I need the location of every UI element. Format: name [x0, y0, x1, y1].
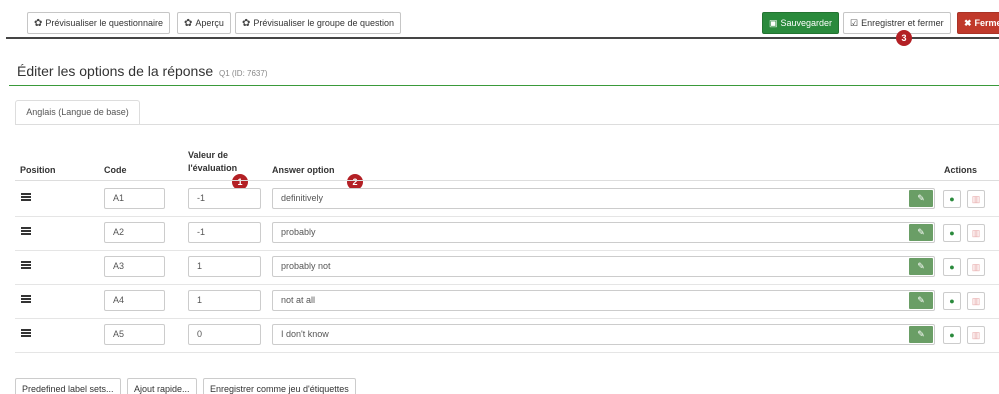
- assessment-input[interactable]: 1: [188, 290, 261, 311]
- page-title-text: Éditer les options de la réponse: [17, 63, 214, 79]
- code-input[interactable]: A1: [104, 188, 165, 209]
- drag-handle-icon[interactable]: [21, 329, 31, 337]
- answer-input[interactable]: definitively ✎: [272, 188, 935, 209]
- trash-icon: ▥: [971, 194, 981, 204]
- header-assessment-line1: Valeur de: [188, 150, 229, 160]
- code-input[interactable]: A3: [104, 256, 165, 277]
- plus-circle-icon: ●: [949, 228, 955, 238]
- save-close-button[interactable]: ☑ Enregistrer et fermer: [843, 12, 951, 34]
- plus-circle-icon: ●: [949, 262, 955, 272]
- add-row-button[interactable]: ●: [943, 292, 961, 310]
- quick-add-button[interactable]: Ajout rapide...: [127, 378, 197, 394]
- answer-input[interactable]: I don't know ✎: [272, 324, 935, 345]
- drag-handle-icon[interactable]: [21, 261, 31, 269]
- trash-icon: ▥: [971, 228, 981, 238]
- quick-add-label: Ajout rapide...: [134, 384, 190, 394]
- add-row-button[interactable]: ●: [943, 258, 961, 276]
- code-input[interactable]: A4: [104, 290, 165, 311]
- checkbox-icon: ☑: [850, 18, 859, 28]
- table-row: A1 -1 definitively ✎ ● ▥: [15, 183, 999, 217]
- preview-survey-button[interactable]: ✿ Prévisualiser le questionnaire: [27, 12, 170, 34]
- header-assessment-line2: l'évaluation: [188, 163, 238, 173]
- gear-icon: ✿: [184, 18, 193, 29]
- table-row: A2 -1 probably ✎ ● ▥: [15, 217, 999, 251]
- header-assessment: Valeur de l'évaluation: [188, 150, 237, 173]
- tab-label: Anglais (Langue de base): [26, 107, 129, 117]
- header-answer-option: Answer option: [272, 165, 335, 175]
- overview-label: Aperçu: [195, 18, 224, 28]
- code-input[interactable]: A2: [104, 222, 165, 243]
- code-input[interactable]: A5: [104, 324, 165, 345]
- save-labelset-label: Enregistrer comme jeu d'étiquettes: [210, 384, 349, 394]
- add-row-button[interactable]: ●: [943, 326, 961, 344]
- question-id: Q1 (ID: 7637): [219, 69, 268, 78]
- save-close-label: Enregistrer et fermer: [861, 18, 944, 28]
- delete-row-button[interactable]: ▥: [967, 326, 985, 344]
- preview-survey-label: Prévisualiser le questionnaire: [45, 18, 163, 28]
- table-row: A4 1 not at all ✎ ● ▥: [15, 285, 999, 319]
- edit-pencil-icon[interactable]: ✎: [909, 258, 933, 275]
- save-labelset-button[interactable]: Enregistrer comme jeu d'étiquettes: [203, 378, 356, 394]
- page-title: Éditer les options de la réponse Q1 (ID:…: [17, 63, 267, 79]
- answer-text: definitively: [281, 193, 324, 203]
- delete-row-button[interactable]: ▥: [967, 224, 985, 242]
- answer-text: I don't know: [281, 329, 329, 339]
- plus-circle-icon: ●: [949, 296, 955, 306]
- answer-text: probably: [281, 227, 316, 237]
- tab-divider: [15, 124, 999, 125]
- answer-text: probably not: [281, 261, 331, 271]
- add-row-button[interactable]: ●: [943, 224, 961, 242]
- overview-button[interactable]: ✿ Aperçu: [177, 12, 231, 34]
- gear-icon: ✿: [34, 18, 43, 29]
- answer-text: not at all: [281, 295, 316, 305]
- drag-handle-icon[interactable]: [21, 227, 31, 235]
- tab-base-language[interactable]: Anglais (Langue de base): [15, 100, 140, 125]
- delete-row-button[interactable]: ▥: [967, 190, 985, 208]
- plus-circle-icon: ●: [949, 194, 955, 204]
- add-row-button[interactable]: ●: [943, 190, 961, 208]
- close-label: Ferme: [974, 18, 999, 28]
- delete-row-button[interactable]: ▥: [967, 292, 985, 310]
- header-code: Code: [104, 165, 127, 175]
- floppy-icon: ▣: [769, 18, 778, 28]
- assessment-input[interactable]: -1: [188, 188, 261, 209]
- table-row: A5 0 I don't know ✎ ● ▥: [15, 319, 999, 353]
- answer-input[interactable]: probably not ✎: [272, 256, 935, 277]
- predefined-label-sets-button[interactable]: Predefined label sets...: [15, 378, 121, 394]
- callout-badge-3: 3: [896, 30, 912, 46]
- title-divider: [9, 85, 999, 86]
- header-actions: Actions: [944, 165, 978, 175]
- drag-handle-icon[interactable]: [21, 295, 31, 303]
- edit-pencil-icon[interactable]: ✎: [909, 292, 933, 309]
- header-position: Position: [20, 165, 56, 175]
- predefined-label: Predefined label sets...: [22, 384, 114, 394]
- gear-icon: ✿: [242, 18, 251, 29]
- preview-group-button[interactable]: ✿ Prévisualiser le groupe de question: [235, 12, 401, 34]
- trash-icon: ▥: [971, 262, 981, 272]
- answer-input[interactable]: probably ✎: [272, 222, 935, 243]
- assessment-input[interactable]: 0: [188, 324, 261, 345]
- edit-pencil-icon[interactable]: ✎: [909, 224, 933, 241]
- close-button[interactable]: ✖ Ferme: [957, 12, 999, 34]
- save-label: Sauvegarder: [780, 18, 833, 28]
- assessment-input[interactable]: -1: [188, 222, 261, 243]
- plus-circle-icon: ●: [949, 330, 955, 340]
- preview-group-label: Prévisualiser le groupe de question: [253, 18, 394, 28]
- assessment-input[interactable]: 1: [188, 256, 261, 277]
- close-icon: ✖: [964, 18, 972, 28]
- delete-row-button[interactable]: ▥: [967, 258, 985, 276]
- edit-pencil-icon[interactable]: ✎: [909, 190, 933, 207]
- trash-icon: ▥: [971, 330, 981, 340]
- answer-input[interactable]: not at all ✎: [272, 290, 935, 311]
- drag-handle-icon[interactable]: [21, 193, 31, 201]
- trash-icon: ▥: [971, 296, 981, 306]
- top-toolbar: ✿ Prévisualiser le questionnaire ✿ Aperçu …: [0, 0, 999, 40]
- edit-pencil-icon[interactable]: ✎: [909, 326, 933, 343]
- save-button[interactable]: ▣ Sauvegarder: [762, 12, 840, 34]
- header-divider: [15, 180, 999, 181]
- toolbar-divider: [6, 37, 999, 39]
- table-row: A3 1 probably not ✎ ● ▥: [15, 251, 999, 285]
